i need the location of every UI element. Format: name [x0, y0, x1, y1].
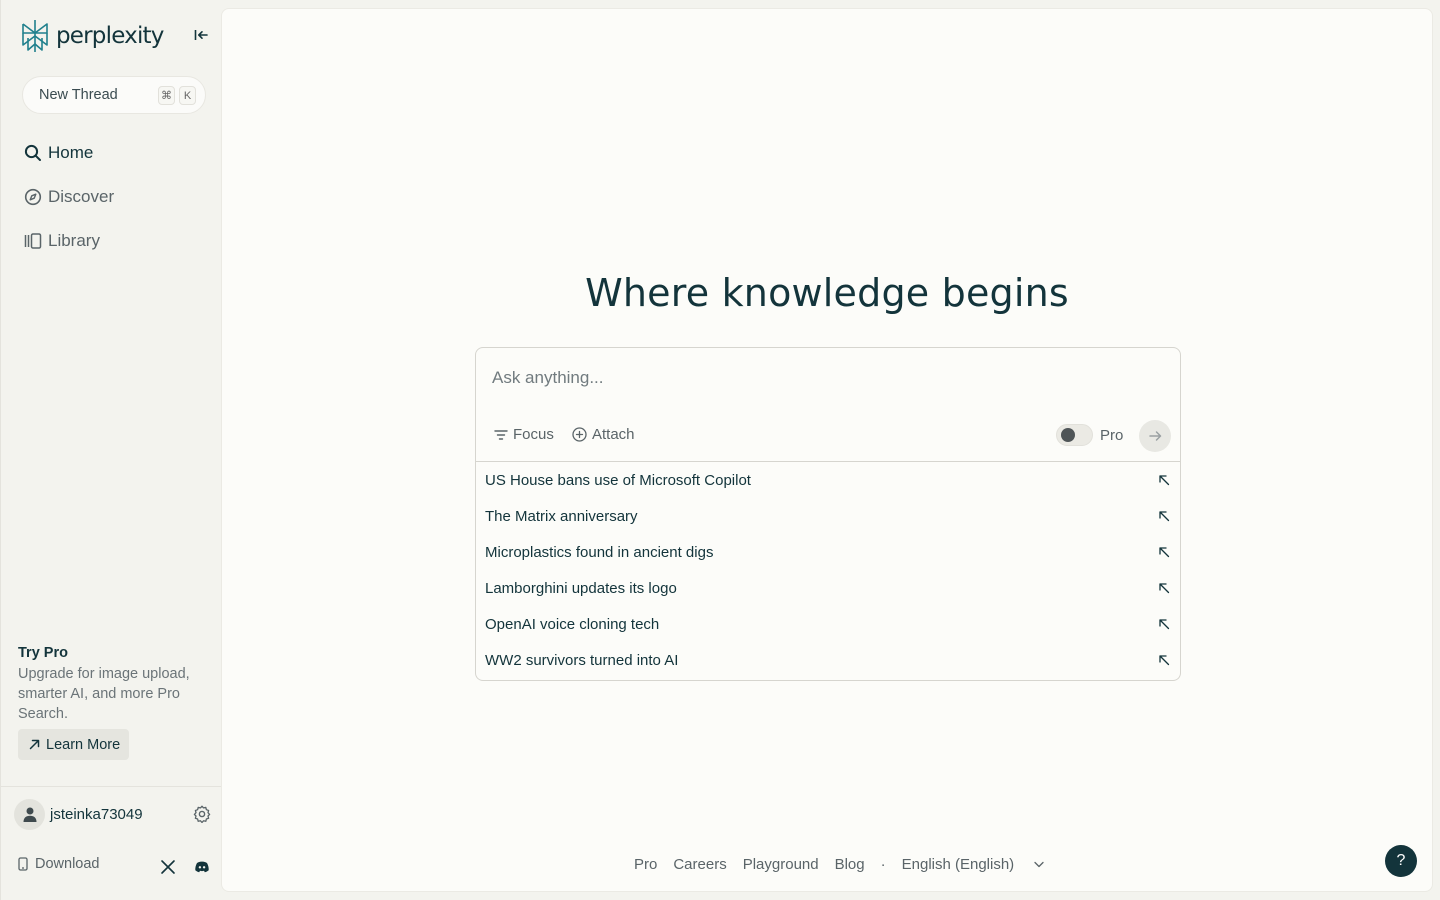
- compass-icon: [24, 188, 42, 206]
- username: jsteinka73049: [50, 805, 143, 823]
- filter-icon: [494, 429, 508, 440]
- suggestion-item[interactable]: Lamborghini updates its logo: [476, 571, 1180, 605]
- avatar: [14, 798, 45, 830]
- arrow-up-left-icon: [1159, 655, 1170, 666]
- plus-circle-icon: [572, 427, 587, 442]
- sidebar-item-home[interactable]: Home: [24, 140, 93, 166]
- footer: Pro Careers Playground Blog · English (E…: [634, 856, 1044, 873]
- arrow-right-icon: [1148, 431, 1161, 441]
- sidebar-item-library[interactable]: Library: [24, 228, 100, 254]
- arrow-up-right-icon: [29, 739, 40, 750]
- pro-toggle[interactable]: Pro: [1056, 424, 1123, 446]
- learn-more-button[interactable]: Learn More: [18, 729, 130, 760]
- arrow-up-left-icon: [1159, 583, 1170, 594]
- suggestion-text: OpenAI voice cloning tech: [485, 615, 660, 633]
- gear-icon[interactable]: [193, 805, 211, 823]
- collapse-icon: [194, 30, 208, 40]
- user-icon: [23, 807, 36, 822]
- arrow-up-left-icon: [1159, 619, 1170, 630]
- keyboard-shortcut: ⌘ K: [158, 86, 196, 105]
- chevron-down-icon: [1034, 861, 1044, 868]
- suggestion-text: US House bans use of Microsoft Copilot: [485, 471, 751, 489]
- help-button[interactable]: ?: [1385, 845, 1417, 877]
- user-account[interactable]: jsteinka73049: [14, 798, 214, 830]
- perplexity-logo-icon: [22, 20, 48, 52]
- suggestion-text: The Matrix anniversary: [485, 507, 638, 525]
- sidebar-item-label: Library: [48, 231, 100, 250]
- sidebar-item-discover[interactable]: Discover: [24, 184, 114, 210]
- sidebar-item-label: Discover: [48, 187, 115, 206]
- suggestion-text: Lamborghini updates its logo: [485, 579, 677, 597]
- suggestion-item[interactable]: Microplastics found in ancient digs: [476, 535, 1180, 569]
- suggestion-item[interactable]: OpenAI voice cloning tech: [476, 607, 1180, 641]
- footer-link-playground[interactable]: Playground: [743, 856, 819, 873]
- focus-label: Focus: [513, 426, 554, 443]
- suggestion-text: WW2 survivors turned into AI: [485, 651, 679, 669]
- suggestion-text: Microplastics found in ancient digs: [485, 543, 714, 561]
- search-input[interactable]: [492, 366, 1152, 390]
- focus-button[interactable]: Focus: [494, 426, 554, 443]
- download-link[interactable]: Download: [17, 856, 100, 872]
- main-panel: Where knowledge begins Focus Attach Pro …: [221, 8, 1433, 892]
- submit-button[interactable]: [1139, 420, 1171, 452]
- suggestion-item[interactable]: WW2 survivors turned into AI: [476, 643, 1180, 677]
- collapse-sidebar-button[interactable]: [191, 26, 211, 44]
- search-icon: [24, 144, 42, 162]
- suggestion-item[interactable]: The Matrix anniversary: [476, 499, 1180, 533]
- page-title: Where knowledge begins: [585, 271, 1069, 315]
- shortcut-key-k: K: [179, 86, 196, 105]
- toggle-knob: [1061, 428, 1075, 442]
- attach-button[interactable]: Attach: [572, 426, 635, 443]
- arrow-up-left-icon: [1159, 475, 1170, 486]
- learn-more-label: Learn More: [46, 736, 121, 753]
- language-selector[interactable]: English (English): [902, 856, 1045, 873]
- sidebar: perplexity New Thread ⌘ K Home Discover …: [0, 0, 222, 900]
- pro-switch[interactable]: [1056, 424, 1093, 446]
- discord-icon[interactable]: [194, 859, 210, 875]
- logo-wordmark: perplexity: [56, 23, 164, 49]
- suggestion-list: US House bans use of Microsoft Copilot T…: [475, 462, 1181, 681]
- new-thread-button[interactable]: New Thread ⌘ K: [22, 76, 206, 114]
- search-box: Focus Attach Pro: [475, 347, 1181, 462]
- suggestion-item[interactable]: US House bans use of Microsoft Copilot: [476, 463, 1180, 497]
- try-pro-title: Try Pro: [18, 645, 68, 661]
- try-pro-description: Upgrade for image upload, smarter AI, an…: [18, 666, 190, 722]
- library-icon: [24, 232, 42, 250]
- download-label: Download: [35, 856, 100, 872]
- sidebar-item-label: Home: [48, 143, 94, 162]
- sidebar-divider: [1, 786, 222, 787]
- footer-link-pro[interactable]: Pro: [634, 856, 657, 873]
- language-label: English (English): [901, 856, 1015, 873]
- footer-link-blog[interactable]: Blog: [835, 856, 865, 873]
- arrow-up-left-icon: [1159, 511, 1170, 522]
- try-pro-panel: Try Pro Upgrade for image upload, smarte…: [18, 645, 208, 760]
- attach-label: Attach: [592, 426, 635, 443]
- logo[interactable]: perplexity: [20, 18, 164, 54]
- footer-link-careers[interactable]: Careers: [673, 856, 726, 873]
- arrow-up-left-icon: [1159, 547, 1170, 558]
- new-thread-label: New Thread: [39, 87, 118, 103]
- phone-icon: [18, 857, 28, 871]
- footer-separator: ·: [880, 856, 886, 873]
- pro-label: Pro: [1100, 426, 1124, 444]
- shortcut-key-cmd: ⌘: [158, 86, 175, 105]
- x-twitter-icon[interactable]: [160, 859, 176, 875]
